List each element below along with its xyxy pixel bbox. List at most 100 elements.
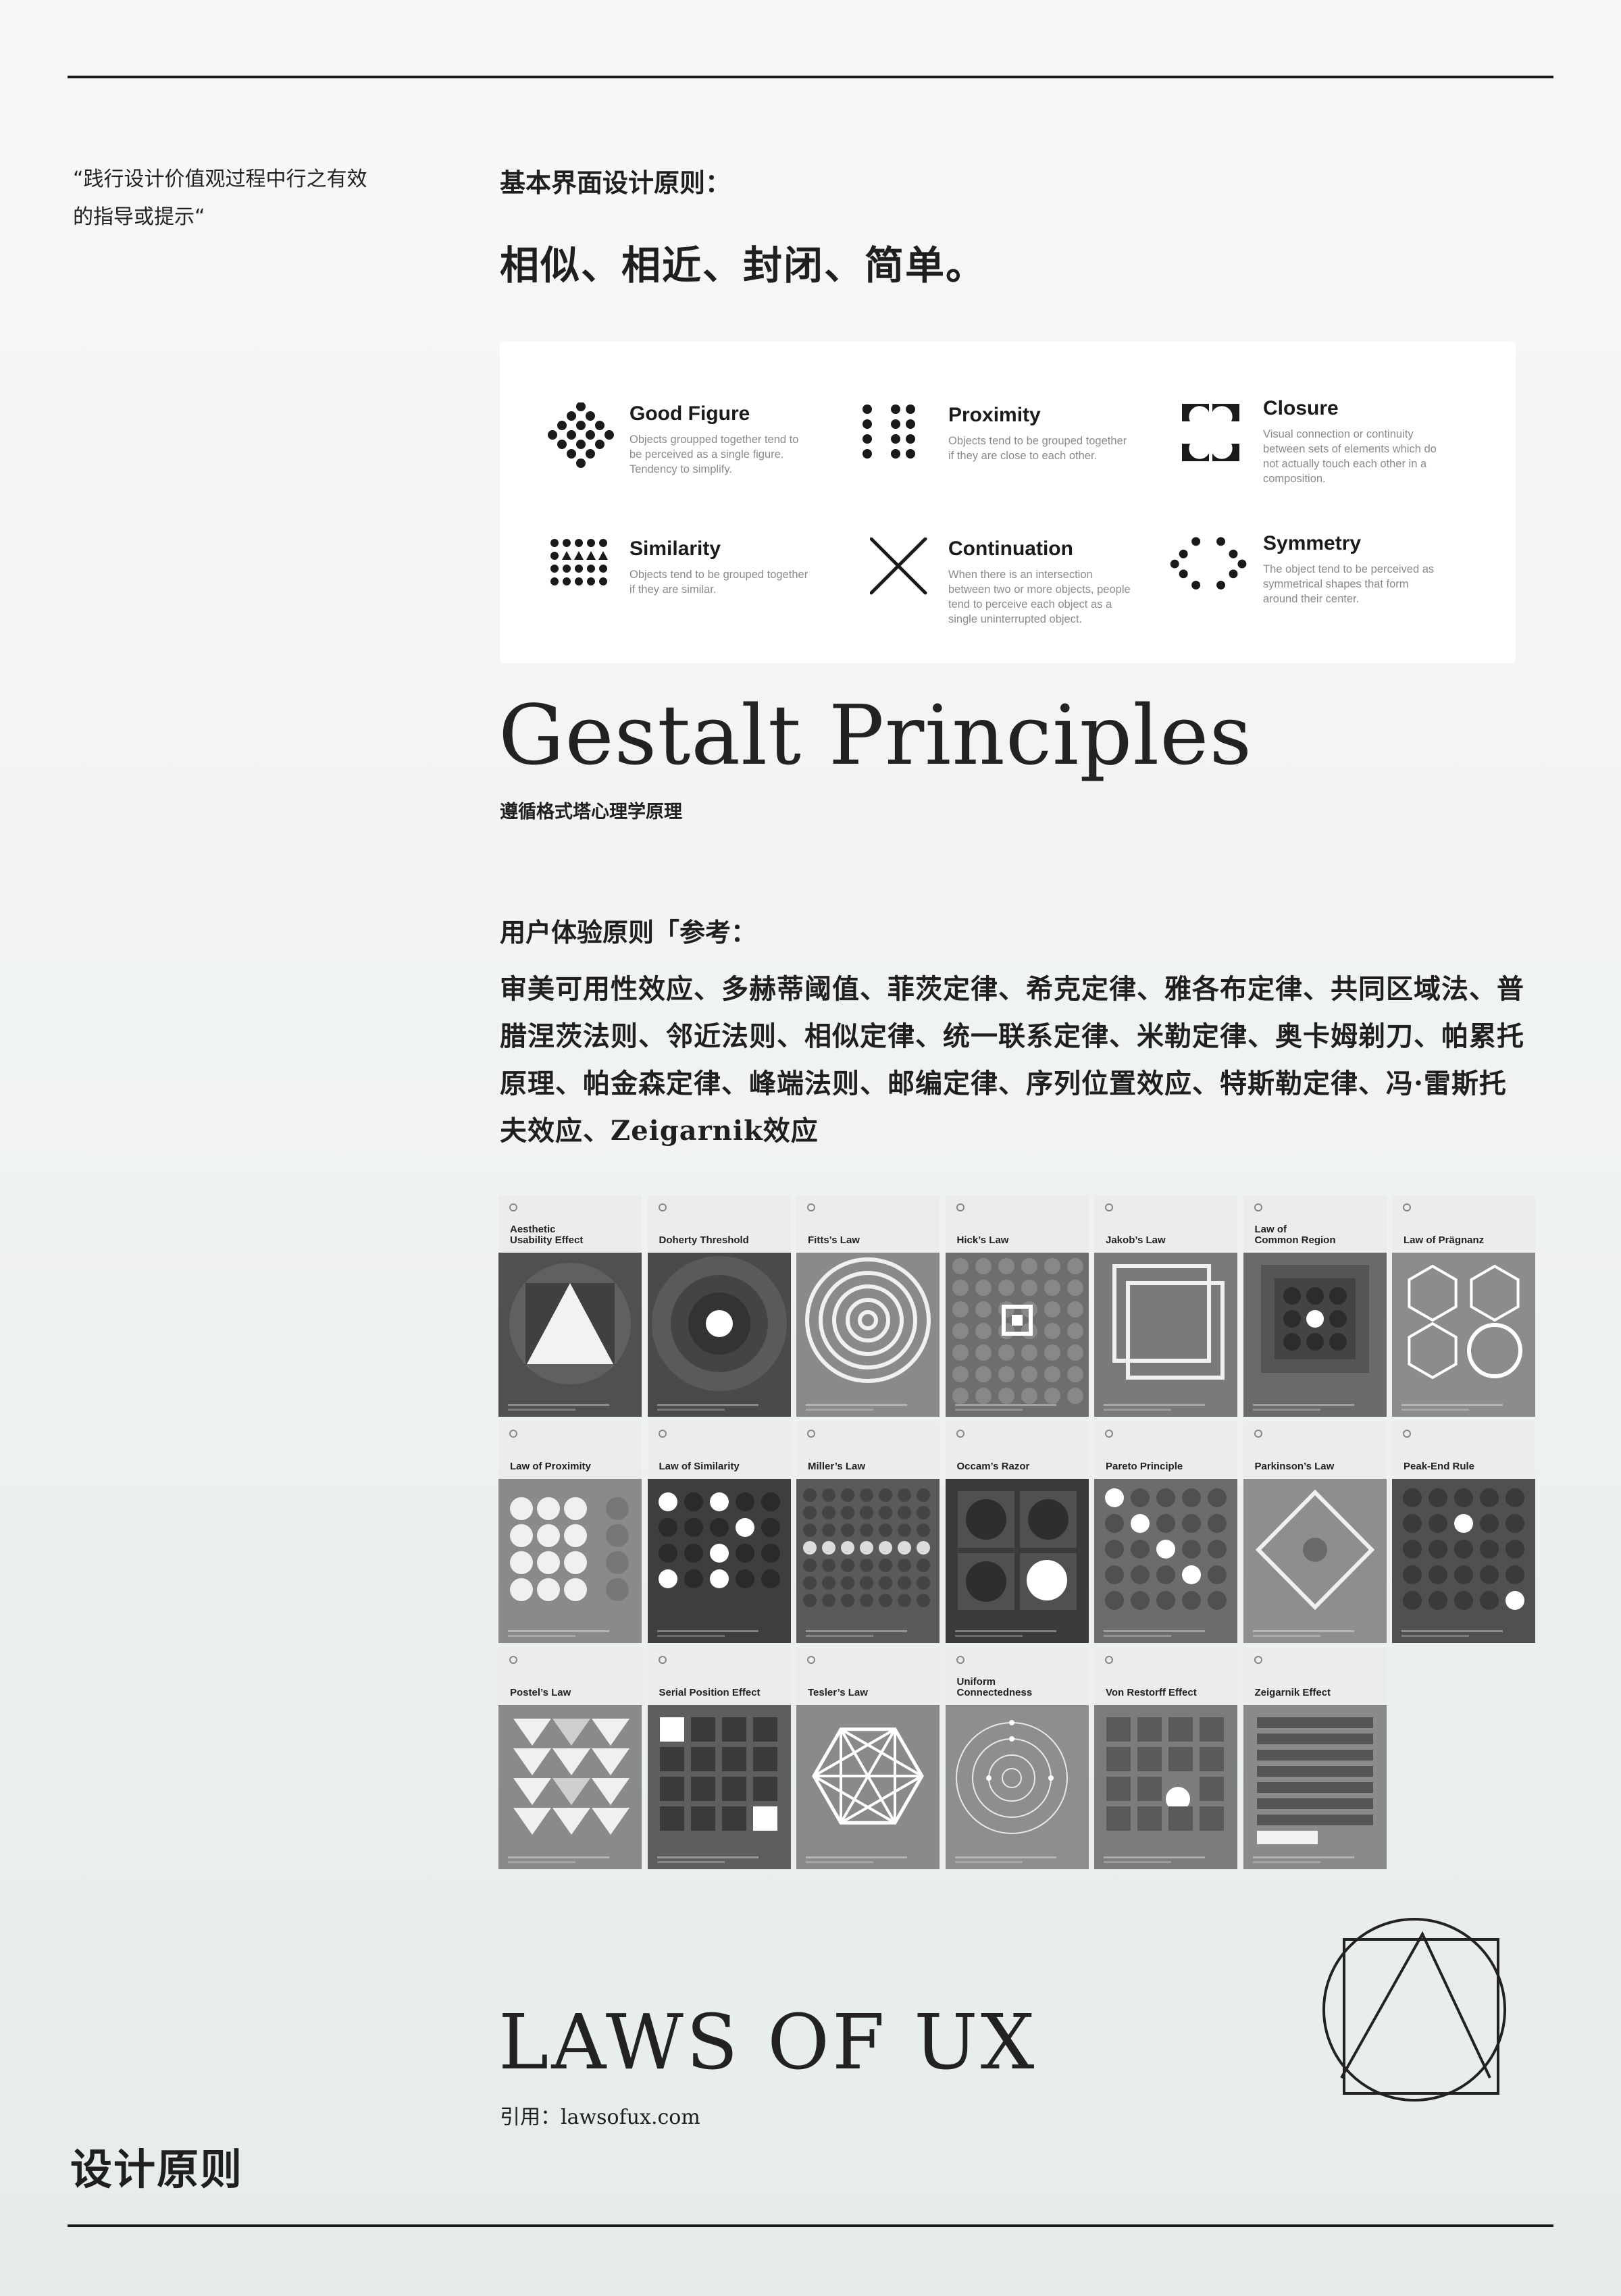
- law-card-badge-icon: [1105, 1430, 1113, 1438]
- law-card: Tesler’s Law: [796, 1648, 940, 1869]
- law-card-caption-line: [1104, 1861, 1171, 1863]
- law-card-header: Jakob’s Law: [1094, 1195, 1237, 1253]
- cross-lines-icon: [870, 538, 927, 595]
- law-card-caption-line: [954, 1409, 1023, 1411]
- law-card-header: Law of Proximity: [498, 1421, 642, 1479]
- law-card-caption-line: [508, 1856, 609, 1858]
- law-card-header: Aesthetic Usability Effect: [498, 1195, 642, 1253]
- gestalt-desc: The object tend to be perceived as symme…: [1263, 563, 1435, 605]
- law-card-caption-line: [657, 1409, 725, 1411]
- law-card-header: Hick’s Law: [945, 1195, 1089, 1253]
- law-card-badge-icon: [1105, 1656, 1113, 1664]
- law-card-title: Jakob’s Law: [1106, 1234, 1166, 1246]
- gestalt-title: Continuation: [948, 538, 1073, 560]
- law-card-header: Pareto Principle: [1094, 1421, 1237, 1479]
- law-card-header: Fitts’s Law: [796, 1195, 940, 1253]
- basic-principles-heading: 基本界面设计原则：: [500, 167, 731, 198]
- law-card: Hick’s Law: [945, 1195, 1089, 1417]
- law-card-caption-line: [954, 1404, 1056, 1406]
- gestalt-desc: Objects groupped together tend to be per…: [629, 434, 799, 475]
- law-card-illustration: [1094, 1705, 1237, 1869]
- law-card-header: Law of Common Region: [1243, 1195, 1387, 1253]
- law-card-caption-line: [954, 1630, 1056, 1632]
- ux-principles-list: 审美可用性效应、多赫蒂阈值、菲茨定律、希克定律、雅各布定律、共同区域法、普腊涅茨…: [500, 973, 1524, 1147]
- law-card: Zeigarnik Effect: [1243, 1648, 1387, 1869]
- law-card-caption-line: [1252, 1404, 1354, 1406]
- law-card-illustration: [647, 1705, 791, 1869]
- gestalt-desc: When there is an intersection between tw…: [948, 569, 1131, 625]
- law-card-caption-line: [657, 1635, 725, 1637]
- law-card-title: Law of Common Region: [1254, 1224, 1336, 1246]
- law-card-badge-icon: [807, 1430, 815, 1438]
- law-card-caption-line: [954, 1856, 1056, 1858]
- closure-blob-icon: [1182, 404, 1239, 461]
- law-card-caption-line: [1104, 1856, 1205, 1858]
- law-card-header: Parkinson’s Law: [1243, 1421, 1387, 1479]
- law-card-title: Serial Position Effect: [659, 1687, 761, 1698]
- law-card-caption-line: [657, 1856, 758, 1858]
- ux-principles-heading: 用户体验原则「参考：: [500, 917, 757, 947]
- gestalt-item-closure: Closure Visual connection or continuity …: [1175, 397, 1472, 519]
- law-card-illustration: [498, 1705, 642, 1869]
- law-card-title: Aesthetic Usability Effect: [510, 1224, 584, 1246]
- law-card: Law of Similarity: [647, 1421, 791, 1643]
- gestalt-desc: Objects tend to be grouped together if t…: [948, 435, 1127, 462]
- law-card-illustration: [796, 1253, 940, 1417]
- law-card-caption-line: [1104, 1635, 1171, 1637]
- law-card-title: Hick’s Law: [956, 1234, 1009, 1246]
- law-card-header: Occam’s Razor: [945, 1421, 1089, 1479]
- law-card-header: Von Restorff Effect: [1094, 1648, 1237, 1705]
- law-card-title: Miller’s Law: [808, 1461, 866, 1472]
- gestalt-title: Good Figure: [629, 402, 750, 425]
- law-card-caption-line: [1252, 1409, 1320, 1411]
- gestalt-item-similarity: Similarity Objects tend to be grouped to…: [550, 538, 848, 659]
- dots-triangles-icon: [550, 539, 608, 585]
- law-card-badge-icon: [956, 1430, 964, 1438]
- gestalt-desc: Objects tend to be grouped together if t…: [629, 569, 808, 596]
- law-card-badge-icon: [1403, 1430, 1411, 1438]
- law-card: Postel’s Law: [498, 1648, 642, 1869]
- law-card-caption-line: [806, 1856, 907, 1858]
- law-card-title: Parkinson’s Law: [1254, 1461, 1335, 1472]
- gestalt-panel: Good Figure Objects groupped together te…: [500, 342, 1516, 663]
- law-card-caption-line: [657, 1404, 758, 1406]
- law-card-caption-line: [508, 1861, 575, 1863]
- law-card-badge-icon: [956, 1203, 964, 1211]
- law-card-caption-line: [954, 1861, 1023, 1863]
- gestalt-principles-subtitle: 遵循格式塔心理学原理: [500, 802, 682, 823]
- law-card: Von Restorff Effect: [1094, 1648, 1237, 1869]
- gestalt-item-good-figure: Good Figure Objects groupped together te…: [540, 402, 838, 524]
- law-card-badge-icon: [658, 1430, 667, 1438]
- law-card-title: Law of Similarity: [659, 1461, 740, 1472]
- intro-quote: “践行设计价值观过程中行之有效的指导或提示“: [73, 167, 367, 229]
- law-card-title: Occam’s Razor: [956, 1461, 1030, 1472]
- law-card-caption-line: [1104, 1404, 1205, 1406]
- law-card-header: Law of Similarity: [647, 1421, 791, 1479]
- law-card-illustration: [1243, 1253, 1387, 1417]
- law-card-illustration: [945, 1253, 1089, 1417]
- law-card-title: Pareto Principle: [1106, 1461, 1183, 1472]
- law-card-badge-icon: [807, 1656, 815, 1664]
- law-card-title: Fitts’s Law: [808, 1234, 860, 1246]
- law-card-caption-line: [508, 1404, 609, 1406]
- law-card-caption-line: [806, 1404, 907, 1406]
- law-card-header: Tesler’s Law: [796, 1648, 940, 1705]
- law-card-illustration: [647, 1253, 791, 1417]
- law-card-badge-icon: [509, 1203, 517, 1211]
- law-card-header: Serial Position Effect: [647, 1648, 791, 1705]
- law-card: Fitts’s Law: [796, 1195, 940, 1417]
- dot-ring-icon: [1170, 537, 1247, 590]
- gestalt-title: Closure: [1263, 397, 1339, 419]
- law-card-badge-icon: [1254, 1430, 1262, 1438]
- law-card-illustration: [498, 1479, 642, 1643]
- law-card-illustration: [796, 1479, 940, 1643]
- law-card-header: Postel’s Law: [498, 1648, 642, 1705]
- law-card: Jakob’s Law: [1094, 1195, 1237, 1417]
- law-card-caption-line: [508, 1635, 575, 1637]
- dot-columns-icon: [863, 405, 915, 459]
- law-card: Doherty Threshold: [647, 1195, 791, 1417]
- gestalt-item-symmetry: Symmetry The object tend to be perceived…: [1168, 532, 1466, 654]
- law-card-illustration: [945, 1479, 1089, 1643]
- law-card-caption-line: [1104, 1630, 1205, 1632]
- law-card-caption-line: [1401, 1409, 1469, 1411]
